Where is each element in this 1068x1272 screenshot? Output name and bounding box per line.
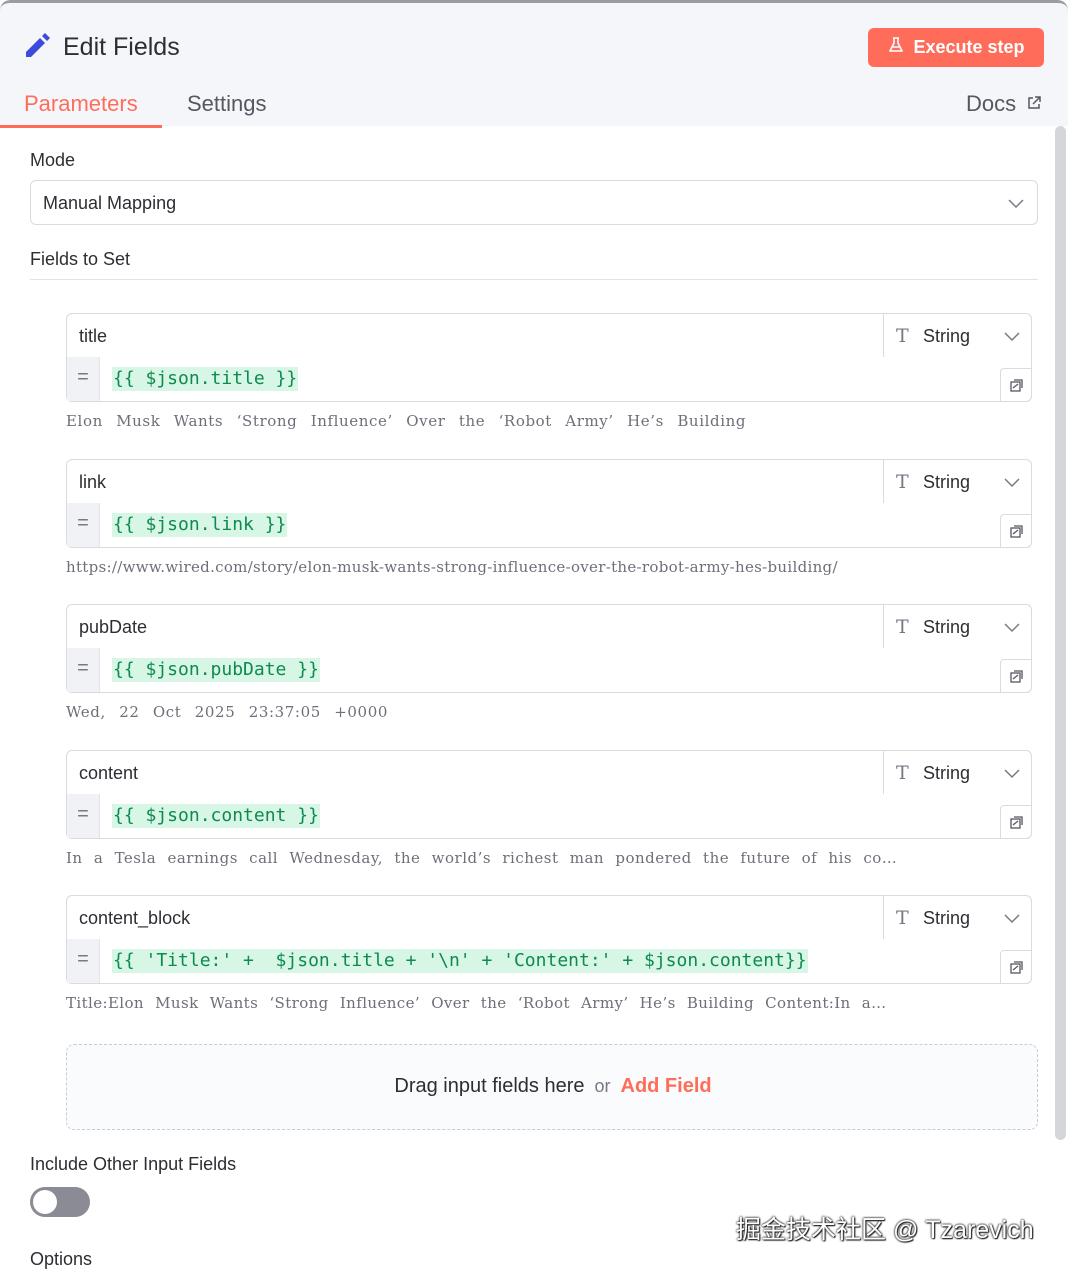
flask-icon	[887, 36, 913, 59]
field-value-input[interactable]: = {{ $json.link }}	[66, 503, 1032, 548]
field-name-input[interactable]: content T String	[66, 750, 1032, 795]
expression-marker: =	[67, 648, 100, 692]
options-label: Options	[30, 1249, 93, 1269]
field-type-select[interactable]: T String	[883, 314, 1032, 357]
text-type-icon: T	[896, 616, 909, 638]
expression-text: {{ $json.content }}	[112, 804, 320, 828]
chevron-down-icon	[1004, 623, 1020, 633]
fields-to-set-label: Fields to Set	[30, 249, 131, 269]
expression-text: {{ 'Title:' + $json.title + '\n' + 'Cont…	[112, 949, 808, 973]
field-name-input[interactable]: link T String	[66, 459, 1032, 504]
text-type-icon: T	[896, 762, 909, 784]
field-type-value: String	[923, 908, 971, 928]
expression-marker: =	[67, 794, 100, 838]
text-type-icon: T	[896, 471, 909, 493]
node-panel: Edit Fields Execute step Parameters Sett…	[0, 0, 1068, 1272]
add-field-link[interactable]: Add Field	[621, 1075, 712, 1097]
chevron-down-icon	[1004, 478, 1020, 488]
field-type-select[interactable]: T String	[883, 751, 1032, 794]
expression-text: {{ $json.pubDate }}	[112, 658, 320, 682]
execute-step-label: Execute step	[913, 37, 1025, 57]
tab-parameters[interactable]: Parameters	[24, 91, 138, 117]
page-title: Edit Fields	[63, 33, 180, 61]
mapping-toggle-icon	[1010, 379, 1023, 392]
field-name-input[interactable]: title T String	[66, 313, 1032, 358]
field-result-preview: Wed, 22 Oct 2025 23:37:05 +0000	[66, 703, 388, 721]
mapping-toggle-icon	[1010, 525, 1023, 538]
chevron-down-icon	[1004, 914, 1020, 924]
pencil-icon	[22, 30, 52, 65]
mapping-toggle-icon	[1010, 961, 1023, 974]
drop-zone-text: Drag input fields here	[394, 1075, 585, 1097]
field-value-input[interactable]: = {{ 'Title:' + $json.title + '\n' + 'Co…	[66, 939, 1032, 984]
external-link-icon	[1016, 91, 1042, 117]
include-other-toggle[interactable]	[30, 1187, 90, 1217]
panel-header: Edit Fields Execute step Parameters Sett…	[0, 0, 1068, 128]
drop-zone-or: or	[594, 1076, 611, 1096]
field-result-preview: Elon Musk Wants ‘Strong Influence’ Over …	[66, 412, 747, 430]
title-wrap: Edit Fields	[22, 30, 180, 65]
mode-select[interactable]: Manual Mapping	[30, 180, 1038, 225]
field-type-select[interactable]: T String	[883, 896, 1032, 939]
tab-docs[interactable]: Docs	[966, 91, 1042, 117]
chevron-down-icon	[1004, 332, 1020, 342]
mapping-toggle-button[interactable]	[1000, 950, 1032, 984]
field-name-value: content_block	[79, 908, 191, 928]
mapping-toggle-button[interactable]	[1000, 368, 1032, 402]
mode-select-value: Manual Mapping	[43, 193, 177, 213]
expression-marker: =	[67, 503, 100, 547]
mapping-toggle-button[interactable]	[1000, 514, 1032, 548]
field-type-select[interactable]: T String	[883, 605, 1032, 648]
field-result-preview: Title:Elon Musk Wants ‘Strong Influence’…	[66, 994, 887, 1012]
chevron-down-icon	[1004, 769, 1020, 779]
tab-settings[interactable]: Settings	[187, 91, 267, 117]
field-drop-zone[interactable]: Drag input fields here or Add Field	[66, 1044, 1038, 1130]
field-type-value: String	[923, 326, 971, 346]
field-result-preview: In a Tesla earnings call Wednesday, the …	[66, 849, 898, 867]
docs-label: Docs	[966, 91, 1017, 116]
field-name-value: pubDate	[79, 617, 148, 637]
field-name-value: content	[79, 763, 139, 783]
mapping-toggle-button[interactable]	[1000, 659, 1032, 693]
text-type-icon: T	[896, 325, 909, 347]
expression-marker: =	[67, 939, 100, 983]
toggle-knob	[33, 1190, 57, 1214]
field-type-value: String	[923, 472, 971, 492]
field-name-input[interactable]: content_block T String	[66, 895, 1032, 940]
expression-marker: =	[67, 357, 100, 401]
field-type-select[interactable]: T String	[883, 460, 1032, 503]
field-name-value: title	[79, 326, 108, 346]
include-other-label: Include Other Input Fields	[30, 1154, 237, 1174]
expression-text: {{ $json.link }}	[112, 513, 288, 537]
field-name-input[interactable]: pubDate T String	[66, 604, 1032, 649]
execute-step-button[interactable]: Execute step	[868, 28, 1044, 67]
field-value-input[interactable]: = {{ $json.content }}	[66, 794, 1032, 839]
mapping-toggle-icon	[1010, 670, 1023, 683]
field-value-input[interactable]: = {{ $json.title }}	[66, 357, 1032, 402]
mapping-toggle-button[interactable]	[1000, 805, 1032, 839]
mode-label: Mode	[30, 150, 76, 170]
active-tab-indicator	[0, 125, 162, 128]
section-divider	[30, 279, 1038, 280]
chevron-down-icon	[1008, 199, 1024, 209]
mapping-toggle-icon	[1010, 816, 1023, 829]
text-type-icon: T	[896, 907, 909, 929]
expression-text: {{ $json.title }}	[112, 367, 299, 391]
field-type-value: String	[923, 763, 971, 783]
field-result-preview: https://www.wired.com/story/elon-musk-wa…	[66, 558, 838, 576]
watermark: 掘金技术社区 @ Tzarevich	[736, 1216, 1034, 1244]
field-name-value: link	[79, 472, 107, 492]
field-value-input[interactable]: = {{ $json.pubDate }}	[66, 648, 1032, 693]
drop-zone-content: Drag input fields here or Add Field	[67, 1075, 1039, 1098]
scrollbar[interactable]	[1055, 126, 1066, 1140]
field-type-value: String	[923, 617, 971, 637]
